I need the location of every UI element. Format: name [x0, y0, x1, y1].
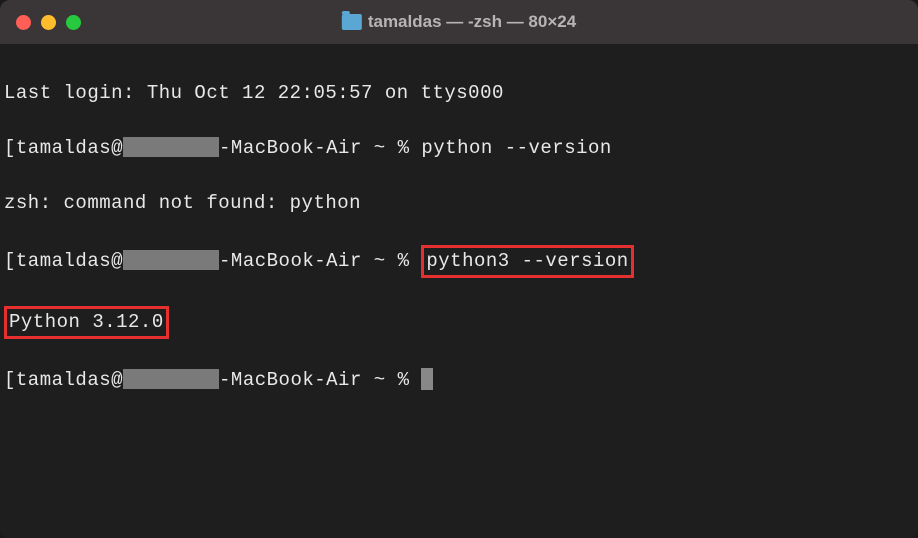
close-icon[interactable]	[16, 15, 31, 30]
title-text: tamaldas — -zsh — 80×24	[368, 12, 576, 32]
terminal-body[interactable]: Last login: Thu Oct 12 22:05:57 on ttys0…	[0, 44, 918, 538]
output-line: Python 3.12.0	[4, 306, 914, 340]
title-bar: tamaldas — -zsh — 80×24	[0, 0, 918, 44]
redacted-hostname	[123, 369, 219, 389]
terminal-window: tamaldas — -zsh — 80×24 Last login: Thu …	[0, 0, 918, 538]
window-title: tamaldas — -zsh — 80×24	[342, 12, 576, 32]
prompt-line-2: [tamaldas@-MacBook-Air ~ % python3 --ver…	[4, 245, 914, 279]
redacted-hostname	[123, 250, 219, 270]
last-login-line: Last login: Thu Oct 12 22:05:57 on ttys0…	[4, 80, 914, 108]
redacted-hostname	[123, 137, 219, 157]
highlighted-output: Python 3.12.0	[4, 306, 169, 340]
folder-icon	[342, 14, 362, 30]
minimize-icon[interactable]	[41, 15, 56, 30]
window-controls	[16, 15, 81, 30]
prompt-line-3: [tamaldas@-MacBook-Air ~ %	[4, 367, 914, 395]
maximize-icon[interactable]	[66, 15, 81, 30]
command-1: python --version	[421, 137, 611, 159]
error-line: zsh: command not found: python	[4, 190, 914, 218]
prompt-line-1: [tamaldas@-MacBook-Air ~ % python --vers…	[4, 135, 914, 163]
highlighted-command: python3 --version	[421, 245, 633, 279]
cursor	[421, 368, 433, 390]
